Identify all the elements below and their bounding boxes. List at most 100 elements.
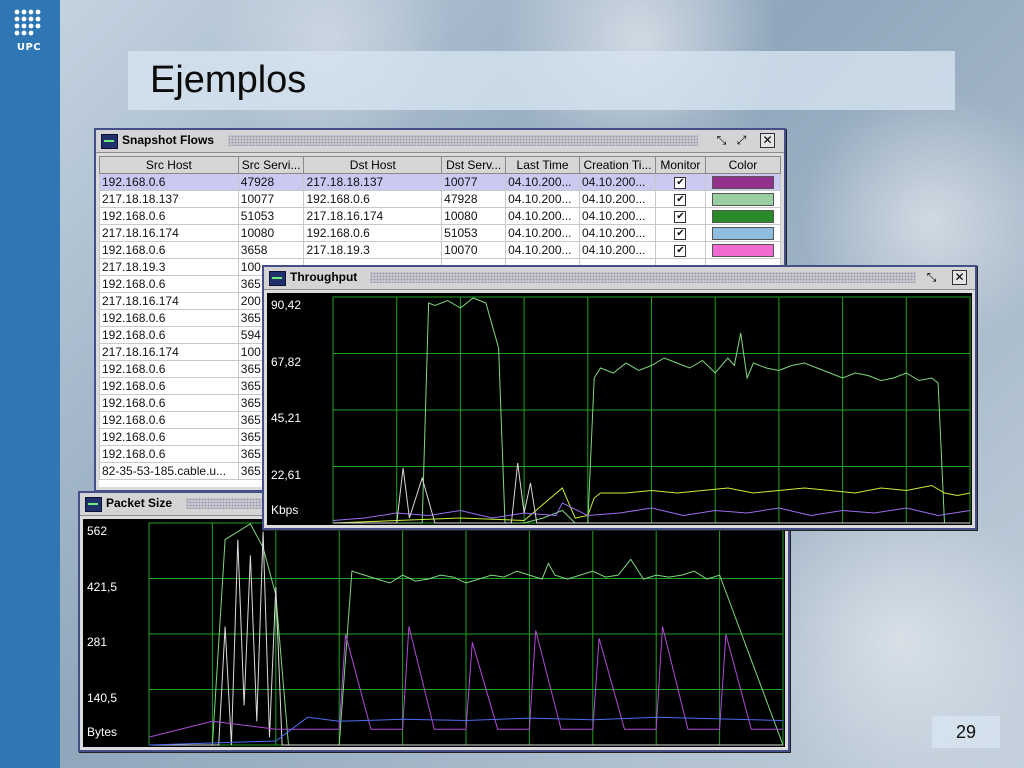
table-cell-color[interactable] xyxy=(704,224,781,242)
table-cell-src-host: 217.18.19.3 xyxy=(99,258,239,276)
table-cell-creation: 04.10.200... xyxy=(578,173,656,191)
table-row[interactable]: 192.168.0.6 47928 217.18.18.137 10077 04.10.… xyxy=(99,173,781,191)
title-band: Ejemplos xyxy=(128,51,955,110)
minimize-icon[interactable]: ⤡ xyxy=(924,270,939,285)
packet-size-window[interactable]: Packet Size 562 421,5 281 140,5 Bytes xyxy=(78,491,790,752)
table-cell-last-time: 04.10.200... xyxy=(505,241,580,259)
monitor-checkbox[interactable]: ✔ xyxy=(674,244,687,257)
packet-size-chart: 562 421,5 281 140,5 Bytes xyxy=(83,519,785,747)
table-cell-color[interactable] xyxy=(704,173,781,191)
table-row[interactable]: 217.18.18.137 10077 192.168.0.6 47928 04.10.… xyxy=(99,190,781,208)
table-cell-color[interactable] xyxy=(704,241,781,259)
throughput-window[interactable]: Throughput ⤡ ✕ 90,42 67,82 45,21 22,61 Kbps xyxy=(262,265,977,530)
column-header[interactable]: Dst Host xyxy=(303,156,443,174)
chart-window-icon xyxy=(269,271,286,286)
table-cell-creation: 04.10.200... xyxy=(578,224,656,242)
table-cell-src-serv: 10077 xyxy=(237,190,305,208)
slide-number: 29 xyxy=(932,716,1000,748)
table-cell-dst-host: 217.18.16.174 xyxy=(303,207,443,225)
table-cell-monitor[interactable]: ✔ xyxy=(654,190,706,208)
table-cell-src-host: 192.168.0.6 xyxy=(99,394,239,412)
throughput-chart: 90,42 67,82 45,21 22,61 Kbps xyxy=(267,293,972,525)
table-cell-src-host: 192.168.0.6 xyxy=(99,309,239,327)
table-cell-src-host: 192.168.0.6 xyxy=(99,241,239,259)
table-cell-dst-serv: 47928 xyxy=(441,190,507,208)
close-icon[interactable]: ✕ xyxy=(952,270,967,285)
table-cell-creation: 04.10.200... xyxy=(578,241,656,259)
table-row[interactable]: 192.168.0.6 3658 217.18.19.3 10070 04.10.200… xyxy=(99,241,781,259)
throughput-title: Throughput xyxy=(290,270,358,284)
table-cell-monitor[interactable]: ✔ xyxy=(654,207,706,225)
y-tick-label: 90,42 xyxy=(271,298,302,312)
table-cell-dst-host: 192.168.0.6 xyxy=(303,190,443,208)
unit-label: Kbps xyxy=(271,503,299,517)
table-cell-last-time: 04.10.200... xyxy=(505,190,580,208)
y-tick-label: 562 xyxy=(87,524,108,538)
table-cell-monitor[interactable]: ✔ xyxy=(654,241,706,259)
table-cell-dst-host: 217.18.19.3 xyxy=(303,241,443,259)
color-swatch[interactable] xyxy=(711,175,774,189)
titlebar-grip xyxy=(370,272,916,283)
table-cell-monitor[interactable]: ✔ xyxy=(654,173,706,191)
table-cell-dst-serv: 10070 xyxy=(441,241,507,259)
table-cell-src-host: 217.18.16.174 xyxy=(99,292,239,310)
snapshot-flows-titlebar[interactable]: Snapshot Flows ⤡ ⤢ ✕ xyxy=(96,130,784,153)
snapshot-flows-title: Snapshot Flows xyxy=(122,133,215,147)
monitor-checkbox[interactable]: ✔ xyxy=(674,193,687,206)
y-tick-label: 22,61 xyxy=(271,467,302,482)
university-logo: UPC xyxy=(5,6,53,58)
color-swatch[interactable] xyxy=(711,192,774,206)
monitor-checkbox[interactable]: ✔ xyxy=(674,227,687,240)
column-header[interactable]: Src Host xyxy=(99,156,239,174)
maximize-icon[interactable]: ⤢ xyxy=(734,133,749,148)
color-swatch[interactable] xyxy=(711,243,774,257)
page-title: Ejemplos xyxy=(150,59,307,101)
logo-dots-icon xyxy=(14,9,41,36)
table-cell-src-host: 192.168.0.6 xyxy=(99,428,239,446)
logo-text: UPC xyxy=(16,42,42,53)
y-tick-label: 67,82 xyxy=(271,354,302,369)
chart-svg xyxy=(332,296,971,524)
table-cell-src-host: 192.168.0.6 xyxy=(99,173,239,191)
table-cell-color[interactable] xyxy=(704,207,781,225)
table-cell-dst-host: 217.18.18.137 xyxy=(303,173,443,191)
flows-window-icon xyxy=(101,134,118,149)
table-cell-src-host: 192.168.0.6 xyxy=(99,445,239,463)
table-cell-src-host: 192.168.0.6 xyxy=(99,377,239,395)
table-row[interactable]: 217.18.16.174 10080 192.168.0.6 51053 04.10.… xyxy=(99,224,781,242)
throughput-titlebar[interactable]: Throughput ⤡ ✕ xyxy=(264,267,975,290)
table-cell-src-host: 192.168.0.6 xyxy=(99,411,239,429)
column-header[interactable]: Monitor xyxy=(654,156,706,174)
close-icon[interactable]: ✕ xyxy=(760,133,775,148)
column-header[interactable]: Creation Ti... xyxy=(578,156,656,174)
table-cell-src-host: 192.168.0.6 xyxy=(99,207,239,225)
table-cell-last-time: 04.10.200... xyxy=(505,173,580,191)
table-cell-color[interactable] xyxy=(704,190,781,208)
color-swatch[interactable] xyxy=(711,209,774,223)
y-tick-label: 281 xyxy=(87,635,108,649)
table-cell-creation: 04.10.200... xyxy=(578,190,656,208)
sidebar-bar: UPC xyxy=(0,0,60,768)
table-cell-last-time: 04.10.200... xyxy=(505,207,580,225)
minimize-icon[interactable]: ⤡ xyxy=(714,133,729,148)
column-header[interactable]: Dst Serv... xyxy=(441,156,507,174)
table-cell-src-host: 82-35-53-185.cable.u... xyxy=(99,462,239,480)
table-header-row: Src Host Src Servi... Dst Host Dst Serv... L… xyxy=(99,156,781,174)
table-cell-monitor[interactable]: ✔ xyxy=(654,224,706,242)
y-tick-label: 421,5 xyxy=(87,579,118,594)
table-cell-creation: 04.10.200... xyxy=(578,207,656,225)
color-swatch[interactable] xyxy=(711,226,774,240)
table-cell-src-serv: 3658 xyxy=(237,241,305,259)
monitor-checkbox[interactable]: ✔ xyxy=(674,210,687,223)
column-header[interactable]: Last Time xyxy=(505,156,580,174)
table-cell-dst-serv: 10080 xyxy=(441,207,507,225)
y-tick-label: 45,21 xyxy=(271,411,302,425)
table-cell-src-serv: 51053 xyxy=(237,207,305,225)
column-header[interactable]: Src Servi... xyxy=(237,156,305,174)
table-row[interactable]: 192.168.0.6 51053 217.18.16.174 10080 04.10.… xyxy=(99,207,781,225)
monitor-checkbox[interactable]: ✔ xyxy=(674,176,687,189)
table-cell-src-host: 217.18.16.174 xyxy=(99,343,239,361)
table-cell-dst-serv: 10077 xyxy=(441,173,507,191)
table-cell-src-host: 192.168.0.6 xyxy=(99,360,239,378)
column-header[interactable]: Color xyxy=(704,156,781,174)
